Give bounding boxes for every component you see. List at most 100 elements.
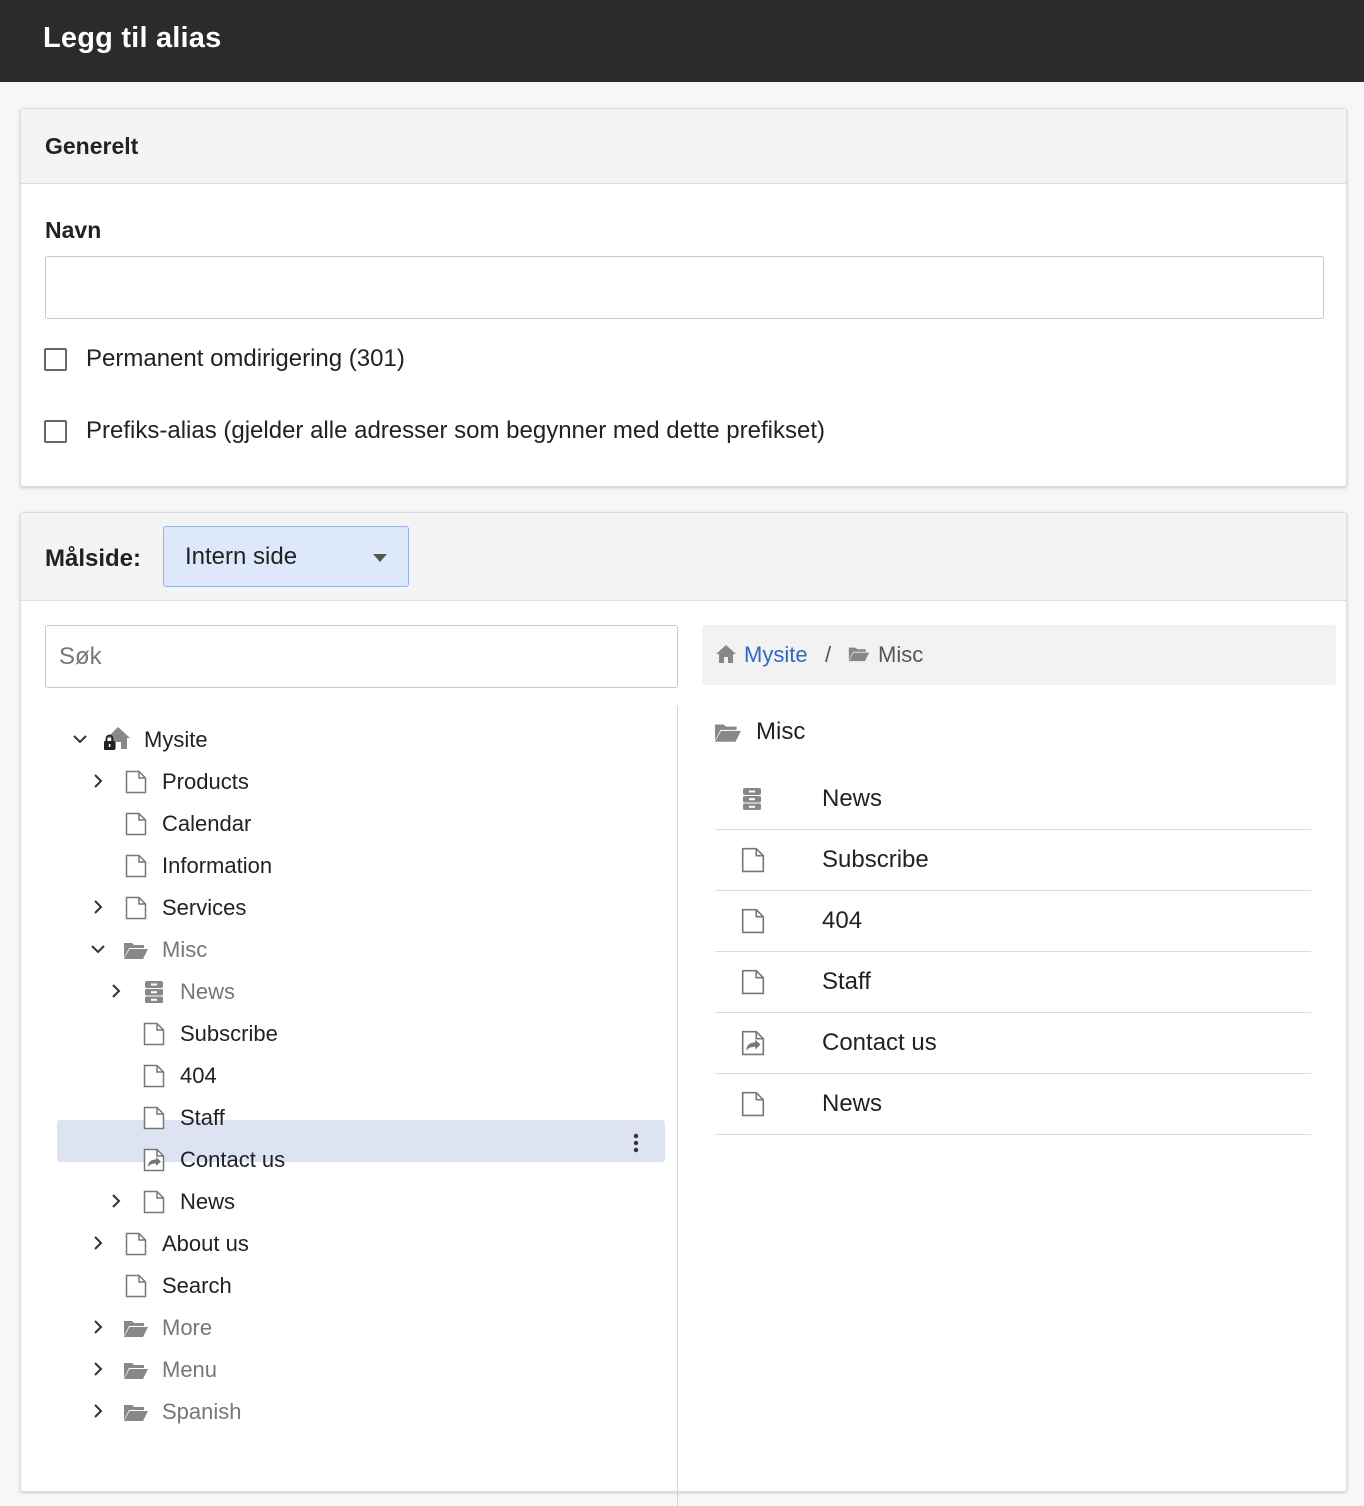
permanent-redirect-checkbox-row[interactable]: Permanent omdirigering (301) [44, 345, 405, 373]
permanent-redirect-checkbox[interactable] [44, 347, 67, 371]
breadcrumb-root-link[interactable]: Mysite [744, 642, 808, 668]
archive-icon [741, 786, 763, 812]
tree-node-news-archive[interactable]: News [21, 970, 677, 1012]
page-icon [143, 1022, 165, 1046]
tree-node-contact-us[interactable]: Contact us [21, 1138, 677, 1180]
tree-node-label: 404 [180, 1063, 217, 1088]
list-item-label: News [822, 1090, 883, 1117]
chevron-right-icon[interactable] [90, 899, 106, 915]
page-title: Legg til alias [43, 22, 222, 54]
chevron-down-icon[interactable] [90, 941, 106, 957]
tree-node-404[interactable]: 404 [21, 1054, 677, 1096]
page-icon [125, 1274, 147, 1298]
tree-node-label: Mysite [144, 727, 208, 752]
general-panel-header: Generelt [21, 109, 1346, 184]
tree-search-input[interactable] [45, 625, 678, 688]
list-item-label: 404 [822, 907, 863, 934]
caret-down-icon [373, 554, 387, 562]
tree-node-label: Contact us [180, 1147, 286, 1172]
chevron-down-icon[interactable] [72, 731, 88, 747]
page-icon [143, 1064, 165, 1088]
tree-node-label: News [180, 1189, 236, 1214]
tree-node-label: News [180, 979, 236, 1004]
page-icon [125, 770, 147, 794]
app-header: Legg til alias [0, 0, 1364, 82]
tree-node-spanish[interactable]: Spanish [21, 1390, 677, 1432]
chevron-right-icon[interactable] [90, 1403, 106, 1419]
redirect-page-icon [143, 1148, 165, 1172]
general-panel-title: Generelt [45, 133, 139, 159]
page-icon [125, 896, 147, 920]
chevron-right-icon[interactable] [90, 1235, 106, 1251]
home-icon [716, 645, 736, 663]
tree-node-calendar[interactable]: Calendar [21, 802, 677, 844]
tree-node-subscribe[interactable]: Subscribe [21, 1012, 677, 1054]
tree-node-misc[interactable]: Misc [21, 928, 677, 970]
tree-node-products[interactable]: Products [21, 760, 677, 802]
tree-node-label: Subscribe [180, 1021, 278, 1046]
chevron-right-icon[interactable] [90, 1361, 106, 1377]
breadcrumb: Mysite / Misc [702, 625, 1336, 685]
target-panel: Målside: Intern side Mysite / Misc M [20, 512, 1347, 1506]
tree-node-label: Search [162, 1273, 232, 1298]
name-label: Navn [45, 217, 102, 243]
page-icon [125, 854, 147, 878]
prefix-alias-checkbox-row[interactable]: Prefiks-alias (gjelder alle adresser som… [44, 417, 825, 445]
list-item[interactable]: News [715, 769, 1311, 830]
tree-node-menu[interactable]: Menu [21, 1348, 677, 1390]
list-item-label: Staff [822, 968, 871, 995]
list-item[interactable]: Staff [715, 952, 1311, 1013]
target-type-value: Intern side [185, 543, 298, 570]
target-page-label: Målside: [45, 545, 142, 572]
tree-node-label: Information [162, 853, 273, 878]
list-item[interactable]: Contact us [715, 1013, 1311, 1074]
folder-view-title: Misc [756, 718, 806, 745]
page-icon [143, 1190, 165, 1214]
permanent-redirect-label: Permanent omdirigering (301) [86, 345, 405, 372]
folder-open-icon [714, 721, 742, 743]
prefix-alias-checkbox[interactable] [44, 419, 67, 443]
page-icon [741, 1091, 765, 1117]
tree-node-label: About us [162, 1231, 249, 1256]
breadcrumb-separator: / [825, 642, 832, 667]
tree-node-services[interactable]: Services [21, 886, 677, 928]
name-input[interactable] [45, 256, 1324, 319]
folder-open-icon [123, 1402, 149, 1422]
tree-node-label: Staff [180, 1105, 225, 1130]
page-icon [143, 1106, 165, 1130]
tree-node-label: Services [162, 895, 247, 920]
list-item-label: News [822, 785, 883, 812]
tree-node-search[interactable]: Search [21, 1264, 677, 1306]
folder-open-icon [848, 645, 870, 662]
prefix-alias-label: Prefiks-alias (gjelder alle adresser som… [86, 417, 825, 444]
page-icon [741, 969, 765, 995]
page-icon [741, 908, 765, 934]
page-icon [741, 847, 765, 873]
tree-node-label: More [162, 1315, 213, 1340]
chevron-right-icon[interactable] [108, 1193, 124, 1209]
target-type-select[interactable]: Intern side [163, 526, 409, 587]
chevron-right-icon[interactable] [90, 1319, 106, 1335]
list-item-label: Contact us [822, 1029, 937, 1056]
chevron-right-icon[interactable] [90, 773, 106, 789]
list-item[interactable]: Subscribe [715, 830, 1311, 891]
chevron-right-icon[interactable] [108, 983, 124, 999]
tree-node-label: Products [162, 769, 249, 794]
pane-divider [677, 706, 678, 1506]
redirect-page-icon [741, 1030, 765, 1056]
general-panel: Generelt Navn Permanent omdirigering (30… [20, 108, 1347, 487]
tree-node-news-page[interactable]: News [21, 1180, 677, 1222]
archive-icon [143, 980, 165, 1004]
tree-node-staff[interactable]: Staff [21, 1096, 677, 1138]
tree-node-mysite[interactable]: Mysite [21, 718, 677, 760]
list-item[interactable]: News [715, 1074, 1311, 1135]
list-item[interactable]: 404 [715, 891, 1311, 952]
tree-node-more[interactable]: More [21, 1306, 677, 1348]
list-item-label: Subscribe [822, 846, 929, 873]
page-icon [125, 1232, 147, 1256]
tree-node-label: Misc [162, 937, 208, 962]
folder-open-icon [123, 940, 149, 960]
page-icon [125, 812, 147, 836]
tree-node-about-us[interactable]: About us [21, 1222, 677, 1264]
tree-node-information[interactable]: Information [21, 844, 677, 886]
